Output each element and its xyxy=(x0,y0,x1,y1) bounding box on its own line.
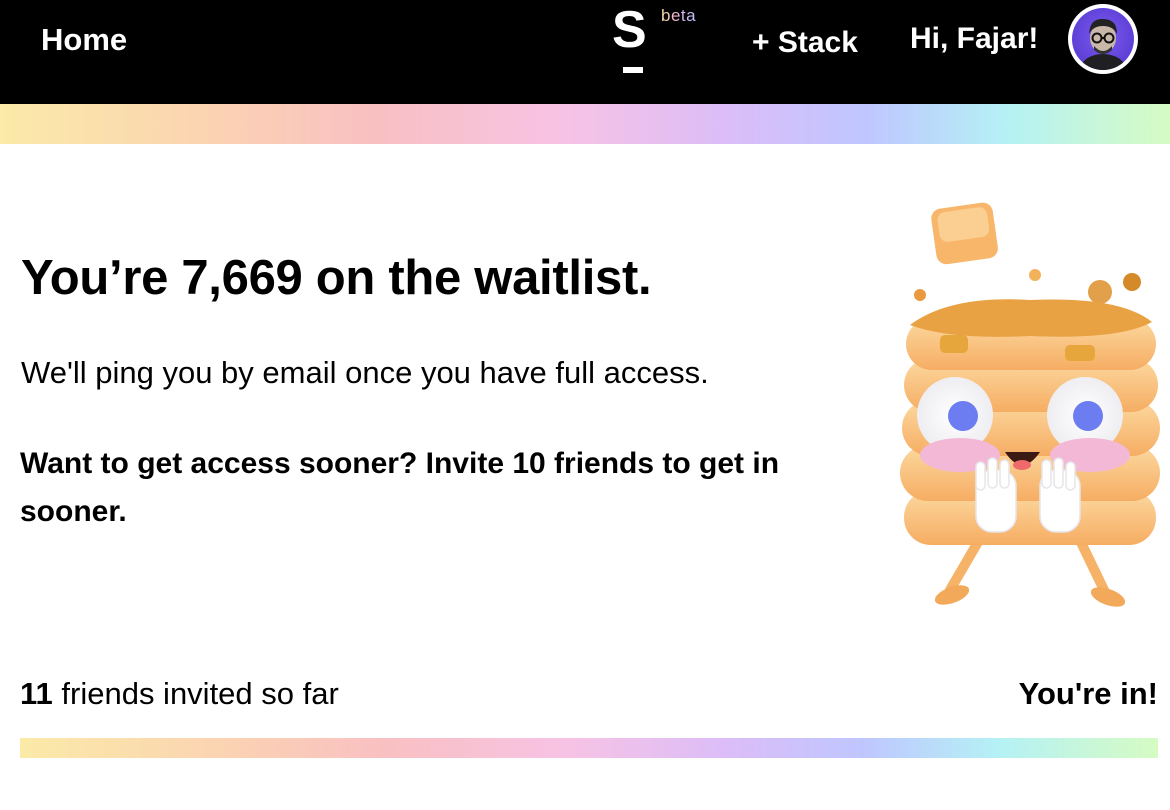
friends-invited-count: 11 xyxy=(20,676,53,711)
user-greeting: Hi, Fajar! xyxy=(910,22,1039,55)
user-avatar[interactable] xyxy=(1068,4,1138,74)
logo-letter: S xyxy=(612,1,647,59)
access-goal-label: You're in! xyxy=(1018,676,1158,711)
beta-badge: beta xyxy=(661,6,697,25)
stack-logo[interactable]: S xyxy=(612,1,658,74)
home-link[interactable]: Home xyxy=(41,22,127,58)
invite-friends-prompt: Want to get access sooner? Invite 10 fri… xyxy=(20,447,780,528)
invite-progress-label: 11 friends invited so far xyxy=(20,676,339,712)
gradient-divider-top xyxy=(0,104,1170,144)
waitlist-position-heading: You’re 7,669 on the waitlist. xyxy=(21,251,652,305)
top-nav-bar: Home S beta + Stack Hi, Fajar! xyxy=(0,0,1170,104)
friends-invited-text: friends invited so far xyxy=(52,676,339,711)
add-stack-button[interactable]: + Stack xyxy=(752,26,858,60)
logo-underline xyxy=(623,67,643,73)
avatar-icon xyxy=(1072,8,1134,70)
pancake-mascot-icon xyxy=(890,200,1170,620)
email-notice-text: We'll ping you by email once you have fu… xyxy=(21,355,709,390)
invite-progress-bar xyxy=(20,738,1158,758)
